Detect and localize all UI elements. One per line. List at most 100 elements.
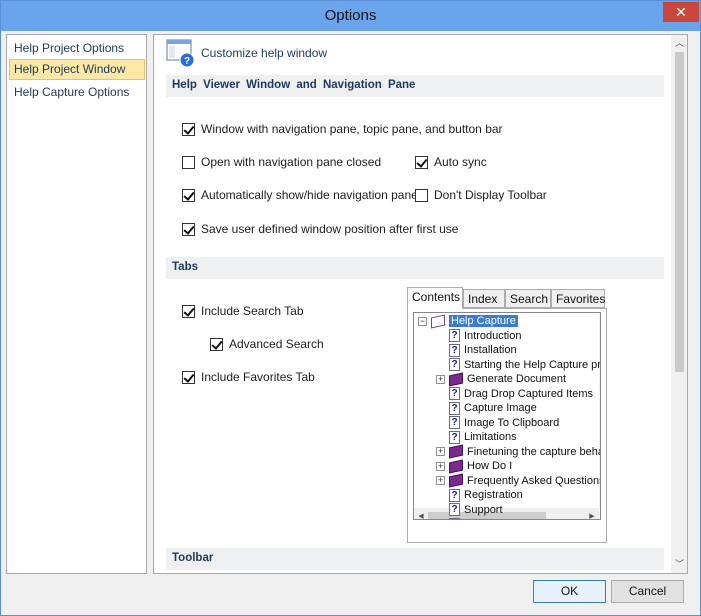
options-window: Options ✕ Help Project Options Help Proj… — [0, 0, 701, 616]
tree-item-label: Help Capture — [449, 315, 518, 327]
tree-item[interactable]: ? Starting the Help Capture progra — [436, 358, 601, 372]
book-icon — [449, 372, 463, 386]
scroll-right-icon[interactable]: ▶ — [585, 508, 599, 519]
help-page-icon: ? — [449, 430, 460, 444]
tree-item[interactable]: − Help Capture — [418, 314, 518, 328]
tree-item-label: How Do I — [467, 460, 513, 472]
settings-panel: ? Customize help window Help Viewer Wind… — [153, 34, 688, 574]
checkbox-box[interactable] — [182, 188, 195, 202]
contents-panel: ▲ ▼ ◀ ▶ − Help Capture? Introduction? Insta… — [407, 308, 607, 543]
checkbox-auto-sync[interactable]: Auto sync — [415, 154, 487, 170]
checkbox-label: Don't Display Toolbar — [434, 188, 547, 202]
tree-item[interactable]: ? Registration — [436, 488, 523, 502]
tree-item-label: Generate Document — [467, 373, 567, 385]
help-page-icon: ? — [449, 343, 460, 357]
scroll-up-icon[interactable]: ▲ — [599, 313, 600, 330]
checkbox-nav-closed[interactable]: Open with navigation pane closed — [182, 154, 381, 170]
checkbox-save-position[interactable]: Save user defined window position after … — [182, 221, 458, 237]
scroll-left-icon[interactable]: ◀ — [414, 508, 428, 519]
checkbox-box[interactable] — [210, 337, 223, 351]
chevron-down-icon[interactable]: ﹀ — [671, 556, 687, 573]
checkbox-box[interactable] — [182, 122, 195, 136]
contents-tree: ▲ ▼ ◀ ▶ − Help Capture? Introduction? Insta… — [413, 312, 601, 520]
checkbox-box[interactable] — [182, 304, 195, 318]
checkbox-box[interactable] — [182, 370, 195, 384]
chevron-up-icon[interactable]: ︿ — [671, 35, 687, 52]
close-button[interactable]: ✕ — [663, 2, 699, 22]
tree-item-label: Registration — [464, 489, 523, 501]
tree-item-label: Limitations — [464, 431, 517, 443]
nav-item-project-options[interactable]: Help Project Options — [9, 38, 145, 59]
tree-item[interactable]: ? Limitations — [436, 430, 517, 444]
navigation-preview: Contents Index Search Favorites ▲ ▼ ◀ ▶ — [407, 287, 607, 543]
preview-tab-contents[interactable]: Contents — [407, 287, 463, 309]
tree-item[interactable]: ? Installation — [436, 343, 517, 357]
cancel-button[interactable]: Cancel — [611, 580, 684, 603]
tree-item-label: Installation — [464, 344, 517, 356]
tree-item-label: Support — [464, 503, 503, 516]
checkbox-label: Auto sync — [434, 155, 487, 169]
expand-icon[interactable]: + — [436, 447, 445, 456]
window-title: Options — [324, 7, 377, 24]
tree-item-label: Image To Clipboard — [464, 416, 560, 429]
tree-item[interactable]: + Finetuning the capture behavio — [436, 444, 600, 459]
checkbox-advanced-search[interactable]: Advanced Search — [210, 336, 324, 352]
ok-button[interactable]: OK — [533, 580, 606, 603]
tree-item[interactable]: ? Support — [436, 503, 503, 517]
preview-tab-search[interactable]: Search — [505, 289, 551, 308]
panel-scroll-thumb[interactable] — [675, 52, 684, 372]
tree-item[interactable]: + How Do I — [436, 459, 512, 473]
nav-item-capture-options[interactable]: Help Capture Options — [9, 82, 145, 103]
help-page-icon: ? — [449, 329, 460, 342]
header-title: Customize help window — [201, 46, 328, 60]
expand-icon[interactable]: + — [436, 374, 445, 384]
section-viewer-window: Help Viewer Window and Navigation Pane — [166, 75, 664, 97]
checkbox-label: Save user defined window position after … — [201, 222, 459, 236]
tree-item[interactable]: + Frequently Asked Questions — [436, 473, 600, 488]
panel-vertical-scrollbar[interactable]: ︿ ﹀ — [671, 35, 687, 573]
checkbox-label: Include Search Tab — [201, 304, 304, 318]
tree-item-label: Starting the Help Capture progra — [464, 358, 601, 371]
expand-icon[interactable]: + — [436, 476, 445, 485]
preview-tab-favorites[interactable]: Favorites — [551, 289, 605, 308]
checkbox-box[interactable] — [182, 222, 195, 236]
open-book-icon — [431, 314, 445, 328]
collapse-icon[interactable]: − — [418, 316, 427, 326]
expand-icon[interactable]: + — [436, 461, 445, 471]
category-list: Help Project Options Help Project Window… — [6, 34, 147, 574]
tree-item-label: Introduction — [464, 329, 522, 342]
help-page-icon: ? — [449, 503, 460, 516]
checkbox-label: Automatically show/hide navigation pane — [201, 188, 418, 202]
title-bar[interactable]: Options ✕ — [1, 1, 700, 31]
help-page-icon: ? — [449, 517, 460, 519]
checkbox-no-toolbar[interactable]: Don't Display Toolbar — [415, 187, 547, 203]
checkbox-box[interactable] — [415, 155, 428, 169]
checkbox-search-tab[interactable]: Include Search Tab — [182, 303, 304, 319]
preview-tab-index[interactable]: Index — [463, 289, 505, 308]
checkbox-label: Advanced Search — [229, 337, 324, 351]
checkbox-nav-pane[interactable]: Window with navigation pane, topic pane,… — [182, 121, 503, 137]
checkbox-box[interactable] — [415, 188, 428, 202]
tree-item[interactable]: ? Copyright — [436, 517, 511, 519]
checkbox-favorites-tab[interactable]: Include Favorites Tab — [182, 369, 315, 385]
checkbox-box[interactable] — [182, 155, 195, 169]
checkbox-auto-show[interactable]: Automatically show/hide navigation pane — [182, 187, 418, 203]
tree-item[interactable]: ? Introduction — [436, 329, 521, 343]
help-page-icon: ? — [449, 416, 460, 429]
help-page-icon: ? — [449, 488, 460, 502]
tree-item[interactable]: ? Image To Clipboard — [436, 416, 559, 430]
tree-item[interactable]: ? Capture Image — [436, 401, 537, 415]
nav-item-project-window[interactable]: Help Project Window — [9, 59, 145, 80]
scroll-down-icon[interactable]: ▼ — [599, 491, 600, 508]
checkbox-label: Window with navigation pane, topic pane,… — [201, 122, 503, 136]
close-icon: ✕ — [675, 4, 687, 20]
tree-item[interactable]: ? Drag Drop Captured Items — [436, 387, 593, 401]
section-toolbar: Toolbar — [166, 548, 664, 570]
section-tabs: Tabs — [166, 257, 664, 279]
tree-item-label: Drag Drop Captured Items — [464, 387, 593, 400]
checkbox-label: Open with navigation pane closed — [201, 155, 382, 169]
book-icon — [449, 459, 463, 473]
tree-item-label: Finetuning the capture behavio — [467, 445, 600, 458]
tree-item[interactable]: + Generate Document — [436, 372, 566, 386]
help-page-icon: ? — [449, 387, 460, 400]
